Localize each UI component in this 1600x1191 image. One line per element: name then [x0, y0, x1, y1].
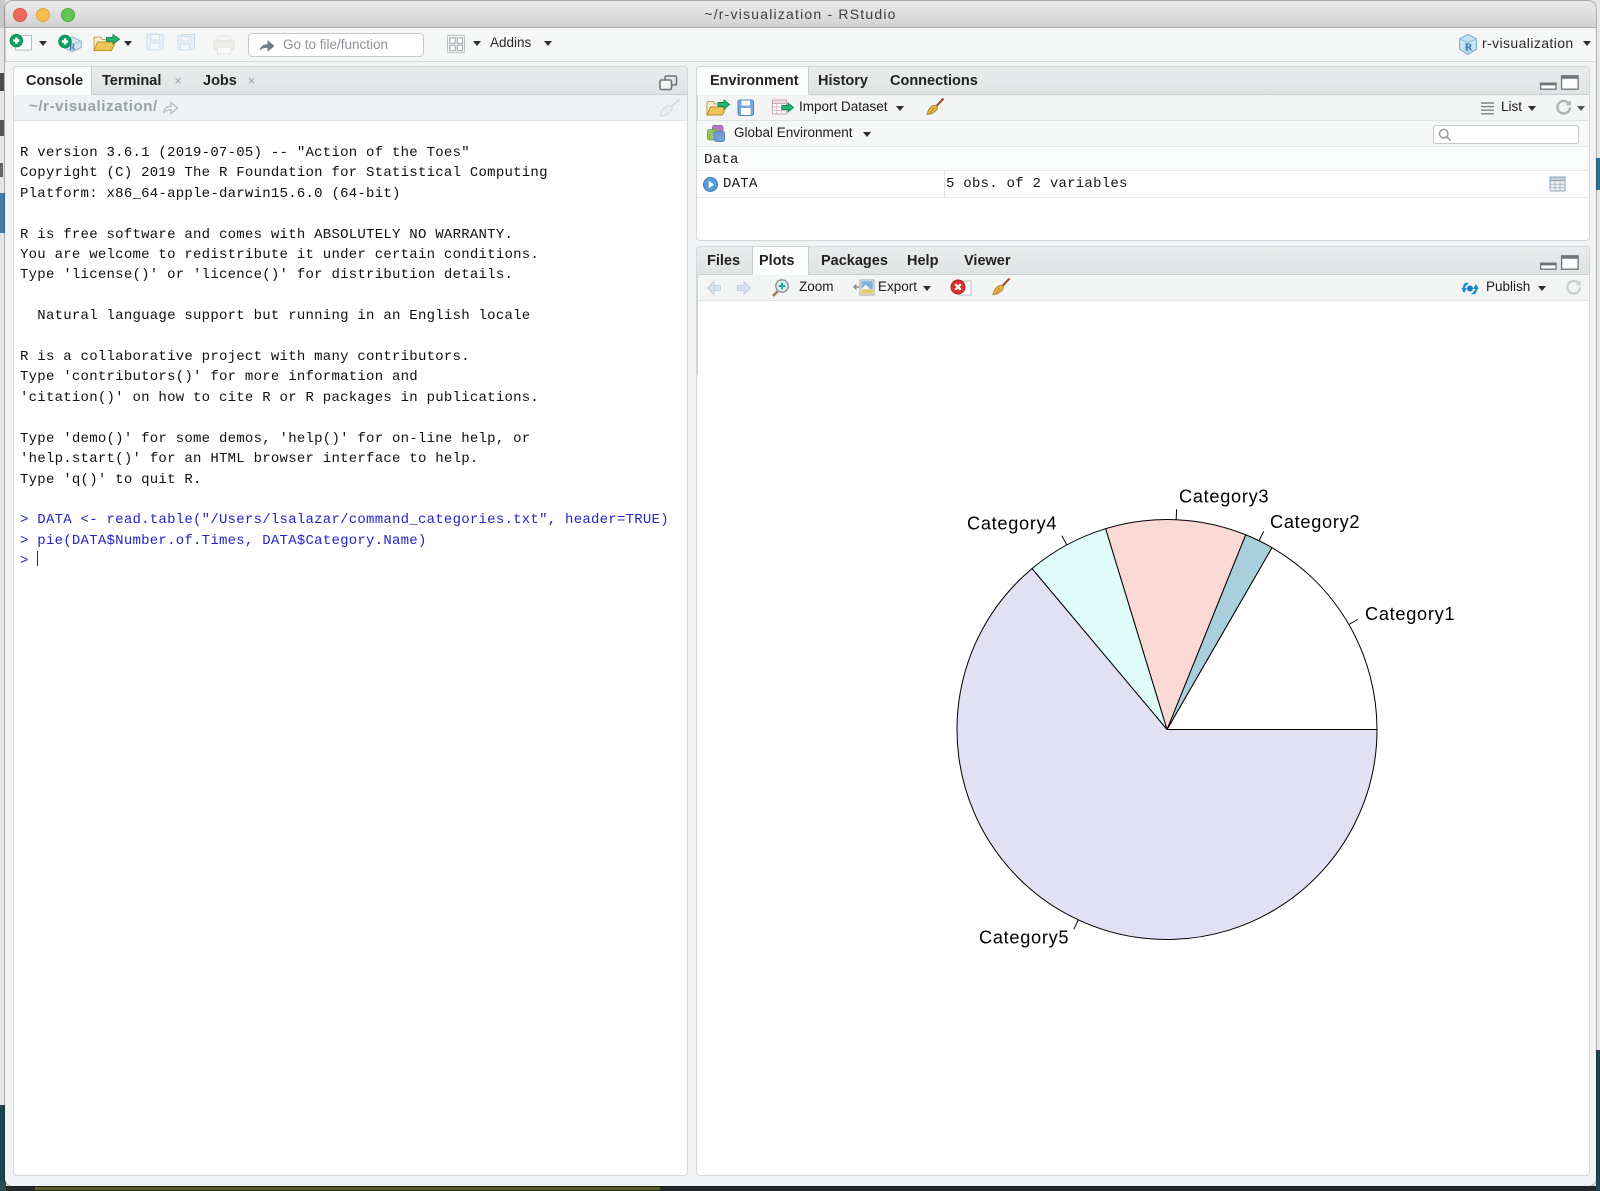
- svg-text:Category5: Category5: [979, 928, 1069, 948]
- svg-text:Category3: Category3: [1179, 487, 1269, 507]
- svg-text:Category4: Category4: [967, 514, 1057, 534]
- svg-text:Category2: Category2: [1270, 512, 1360, 532]
- svg-text:Category1: Category1: [1365, 604, 1455, 624]
- svg-text:R: R: [1465, 42, 1474, 54]
